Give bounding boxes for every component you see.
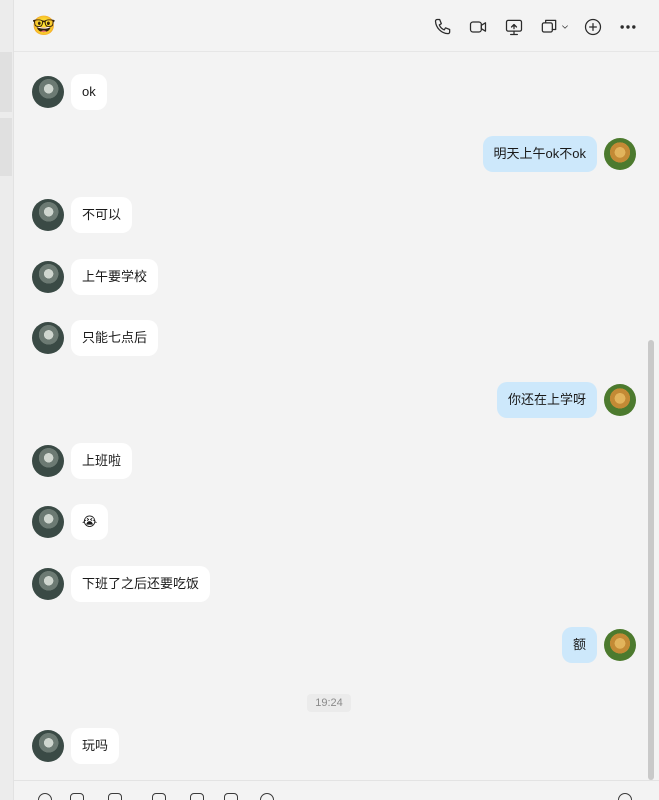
message-bubble[interactable]: 上班啦 xyxy=(71,443,133,479)
avatar[interactable] xyxy=(604,138,636,170)
message-item: 不可以 xyxy=(14,195,644,235)
list-highlight xyxy=(0,52,12,112)
message-item: 额 xyxy=(14,625,644,665)
more-icon[interactable] xyxy=(617,16,639,38)
add-circle-icon[interactable] xyxy=(582,16,604,38)
conversation-list-edge xyxy=(0,0,14,800)
message-item: 上午要学校 xyxy=(14,257,644,297)
message-item: 明天上午ok不ok xyxy=(14,134,644,174)
mic-icon[interactable] xyxy=(260,793,274,800)
avatar[interactable] xyxy=(32,568,64,600)
avatar[interactable] xyxy=(604,629,636,661)
message-list[interactable]: ok 明天上午ok不ok 不可以 上午要学校 只能七点后 你还在上学呀 上班啦 … xyxy=(14,52,644,780)
message-item: 下班了之后还要吃饭 xyxy=(14,564,644,604)
avatar[interactable] xyxy=(32,506,64,538)
chevron-down-icon[interactable] xyxy=(559,16,571,38)
timestamp-divider: 19:24 xyxy=(14,694,644,712)
message-bubble[interactable]: 上午要学校 xyxy=(71,259,159,295)
composer-toolbar xyxy=(14,780,659,800)
image-icon[interactable] xyxy=(152,793,166,800)
avatar[interactable] xyxy=(604,384,636,416)
message-item: 只能七点后 xyxy=(14,318,644,358)
message-item: 玩吗 xyxy=(14,726,644,766)
message-bubble[interactable]: ok xyxy=(71,74,107,110)
message-bubble[interactable]: 你还在上学呀 xyxy=(496,382,597,418)
message-item: 上班啦 xyxy=(14,441,644,481)
screen-share-icon[interactable] xyxy=(503,16,525,38)
message-bubble[interactable]: 下班了之后还要吃饭 xyxy=(71,566,211,602)
avatar[interactable] xyxy=(32,199,64,231)
message-bubble[interactable]: 玩吗 xyxy=(71,728,120,764)
video-call-icon[interactable] xyxy=(467,16,489,38)
history-icon[interactable] xyxy=(618,793,632,800)
phone-icon[interactable] xyxy=(432,16,454,38)
phone-icon[interactable] xyxy=(190,793,204,800)
scrollbar[interactable] xyxy=(648,340,654,780)
folder-icon[interactable] xyxy=(108,793,122,800)
multi-window-icon[interactable] xyxy=(538,16,560,38)
message-bubble[interactable]: 额 xyxy=(561,627,597,663)
avatar[interactable] xyxy=(32,76,64,108)
message-bubble[interactable]: 只能七点后 xyxy=(71,320,159,356)
message-item: 😭 xyxy=(14,502,644,542)
scissors-icon[interactable] xyxy=(70,793,84,800)
avatar[interactable] xyxy=(32,322,64,354)
message-item: 你还在上学呀 xyxy=(14,380,644,420)
message-bubble[interactable]: 😭 xyxy=(71,504,109,540)
message-bubble[interactable]: 明天上午ok不ok xyxy=(482,136,597,172)
chat-header: 🤓 xyxy=(14,0,659,52)
list-highlight xyxy=(0,118,12,176)
avatar[interactable] xyxy=(32,261,64,293)
message-bubble[interactable]: 不可以 xyxy=(71,197,133,233)
timestamp: 19:24 xyxy=(307,694,351,712)
message-item: ok xyxy=(14,72,644,112)
avatar[interactable] xyxy=(32,445,64,477)
emoji-icon[interactable] xyxy=(38,793,52,800)
contact-emoji: 🤓 xyxy=(32,16,56,37)
avatar[interactable] xyxy=(32,730,64,762)
screenshot-icon[interactable] xyxy=(224,793,238,800)
